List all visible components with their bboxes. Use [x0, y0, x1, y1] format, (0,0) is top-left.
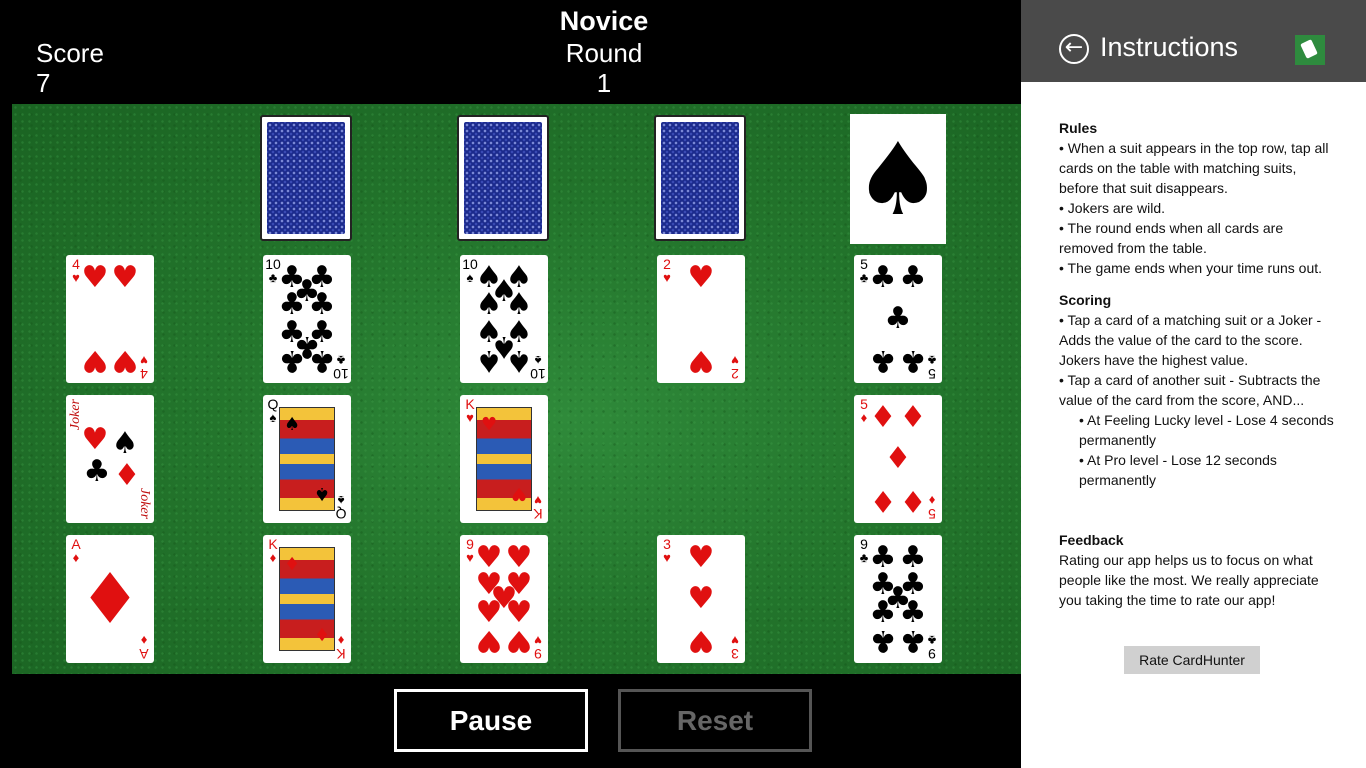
level-title: Novice [559, 6, 649, 36]
instructions-panel: ← Instructions Rules • When a suit appea… [1021, 0, 1366, 768]
feedback-heading: Feedback [1059, 532, 1124, 548]
instructions-body: Rules • When a suit appears in the top r… [1059, 118, 1334, 610]
round-label: Round [565, 38, 643, 68]
playing-card[interactable]: 5 ♦ 5 ♦ ♦ ♦ ♦ ♦ ♦ [854, 395, 942, 523]
face-down-card [260, 115, 352, 241]
playing-card[interactable]: K ♥ K ♥ ♥ ♥ [460, 395, 548, 523]
feedback-text: Rating our app helps us to focus on what… [1059, 552, 1319, 608]
rules-heading: Rules [1059, 120, 1098, 136]
playing-card[interactable]: Q ♠ Q ♠ ♠ ♠ [263, 395, 351, 523]
playing-card[interactable]: 9 ♣ 9 ♣ ♣ ♣ ♣ ♣ ♣ ♣ ♣ ♣ ♣ [854, 535, 942, 663]
playing-card[interactable]: 10 ♠ 10 ♠ ♠ ♠ ♠ ♠ ♠ ♠ ♠ ♠ ♠ ♠ [460, 255, 548, 383]
scoring-line: • Tap a card of a matching suit or a Jok… [1059, 312, 1322, 368]
active-suit-card: ♠ [850, 114, 946, 244]
app-logo-icon [1295, 35, 1325, 65]
pause-button[interactable]: Pause [394, 689, 588, 752]
playing-card[interactable]: 5 ♣ 5 ♣ ♣ ♣ ♣ ♣ ♣ [854, 255, 942, 383]
playing-card[interactable]: 10 ♣ 10 ♣ ♣ ♣ ♣ ♣ ♣ ♣ ♣ ♣ ♣ ♣ [263, 255, 351, 383]
scoring-subline: • At Feeling Lucky level - Lose 4 second… [1079, 412, 1334, 448]
card-table: ♠ 4 ♥ 4 ♥ ♥ ♥ ♥ ♥ 10 ♣ 10 ♣ ♣ ♣ ♣ ♣ ♣ ♣ ♣ ♣ ♣ ♣ 10 ♠ 10 ♠ ♠ ♠ ♠ ♠ ♠ ♠ ♠ ♠… [12, 104, 1021, 674]
game-area: Score 7 Novice Round 1 ♠ 4 ♥ 4 ♥ ♥ ♥ ♥ ♥ 10 ♣ 10 ♣ ♣… [0, 0, 1021, 768]
scoring-line: • Tap a card of another suit - Subtracts… [1059, 372, 1321, 408]
rate-app-button[interactable]: Rate CardHunter [1124, 646, 1260, 674]
panel-header: ← Instructions [1021, 0, 1366, 82]
scoring-heading: Scoring [1059, 292, 1112, 308]
playing-card[interactable]: K ♦ K ♦ ♦ ♦ [263, 535, 351, 663]
round-value: 1 [596, 68, 612, 98]
panel-title: Instructions [1100, 32, 1239, 62]
playing-card[interactable]: 2 ♥ 2 ♥ ♥ ♥ [657, 255, 745, 383]
playing-card[interactable]: Joker Joker ♥ ♠ ♣ ♦ [66, 395, 154, 523]
playing-card[interactable]: 4 ♥ 4 ♥ ♥ ♥ ♥ ♥ [66, 255, 154, 383]
back-arrow-icon[interactable]: ← [1059, 34, 1089, 64]
rule-line: • Jokers are wild. [1059, 200, 1166, 216]
rule-line: • The round ends when all cards are remo… [1059, 220, 1284, 256]
rule-line: • The game ends when your time runs out. [1059, 260, 1323, 276]
face-down-card [654, 115, 746, 241]
score-value: 7 [36, 68, 51, 98]
rule-line: • When a suit appears in the top row, ta… [1059, 140, 1329, 196]
playing-card[interactable]: 3 ♥ 3 ♥ ♥ ♥ ♥ [657, 535, 745, 663]
score-label: Score [36, 38, 104, 68]
playing-card[interactable]: 9 ♥ 9 ♥ ♥ ♥ ♥ ♥ ♥ ♥ ♥ ♥ ♥ [460, 535, 548, 663]
face-down-card [457, 115, 549, 241]
scoring-subline: • At Pro level - Lose 12 seconds permane… [1079, 452, 1277, 488]
reset-button[interactable]: Reset [618, 689, 812, 752]
playing-card[interactable]: A ♦ A ♦ ♦ [66, 535, 154, 663]
